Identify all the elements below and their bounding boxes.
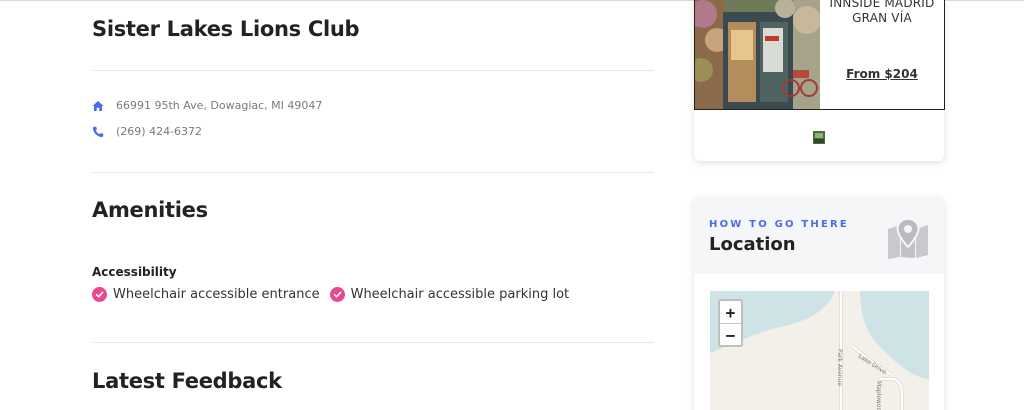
check-icon (329, 287, 345, 302)
road-label: Park Avenue (836, 349, 843, 386)
hotel-name[interactable]: INNSIDE MADRID GRAN VÍA (820, 0, 944, 26)
phone-icon (92, 126, 104, 138)
divider (92, 342, 654, 343)
location-title: Location (709, 234, 796, 255)
hotel-photo[interactable] (695, 0, 820, 109)
address-text: 66991 95th Ave, Dowagiac, MI 49047 (116, 99, 323, 112)
location-header: HOW TO GO THERE Location (694, 197, 944, 274)
amenity-list: Wheelchair accessible entrance Wheelchai… (92, 287, 579, 302)
amenities-heading: Amenities (92, 198, 208, 222)
phone-row[interactable]: (269) 424-6372 (92, 125, 202, 138)
divider (92, 172, 654, 173)
ad-thumbnail[interactable] (813, 129, 825, 144)
location-card: HOW TO GO THERE Location Park Avenue Lak (694, 197, 944, 410)
divider (92, 70, 654, 71)
map-pin-icon (886, 217, 930, 259)
location-map[interactable]: Park Avenue Lake Drive Maplewood + − (710, 291, 929, 410)
amenity-label: Wheelchair accessible parking lot (350, 287, 570, 302)
amenity-label: Wheelchair accessible entrance (113, 287, 320, 302)
phone-text[interactable]: (269) 424-6372 (116, 125, 202, 138)
amenity-category: Accessibility (92, 265, 177, 279)
zoom-out-button[interactable]: − (720, 324, 741, 346)
check-icon (92, 287, 107, 302)
feedback-heading: Latest Feedback (92, 369, 282, 393)
listing-title: Sister Lakes Lions Club (92, 17, 360, 41)
road-label: Maplewood (875, 381, 882, 410)
price-link[interactable]: From $204 (820, 67, 944, 81)
amenity-item: Wheelchair accessible parking lot (329, 287, 570, 302)
location-eyebrow: HOW TO GO THERE (709, 219, 849, 230)
map-zoom-control: + − (718, 299, 743, 347)
home-icon (92, 100, 104, 112)
amenity-item: Wheelchair accessible entrance (92, 287, 320, 302)
zoom-in-button[interactable]: + (720, 301, 741, 323)
address-row: 66991 95th Ave, Dowagiac, MI 49047 (92, 99, 322, 112)
